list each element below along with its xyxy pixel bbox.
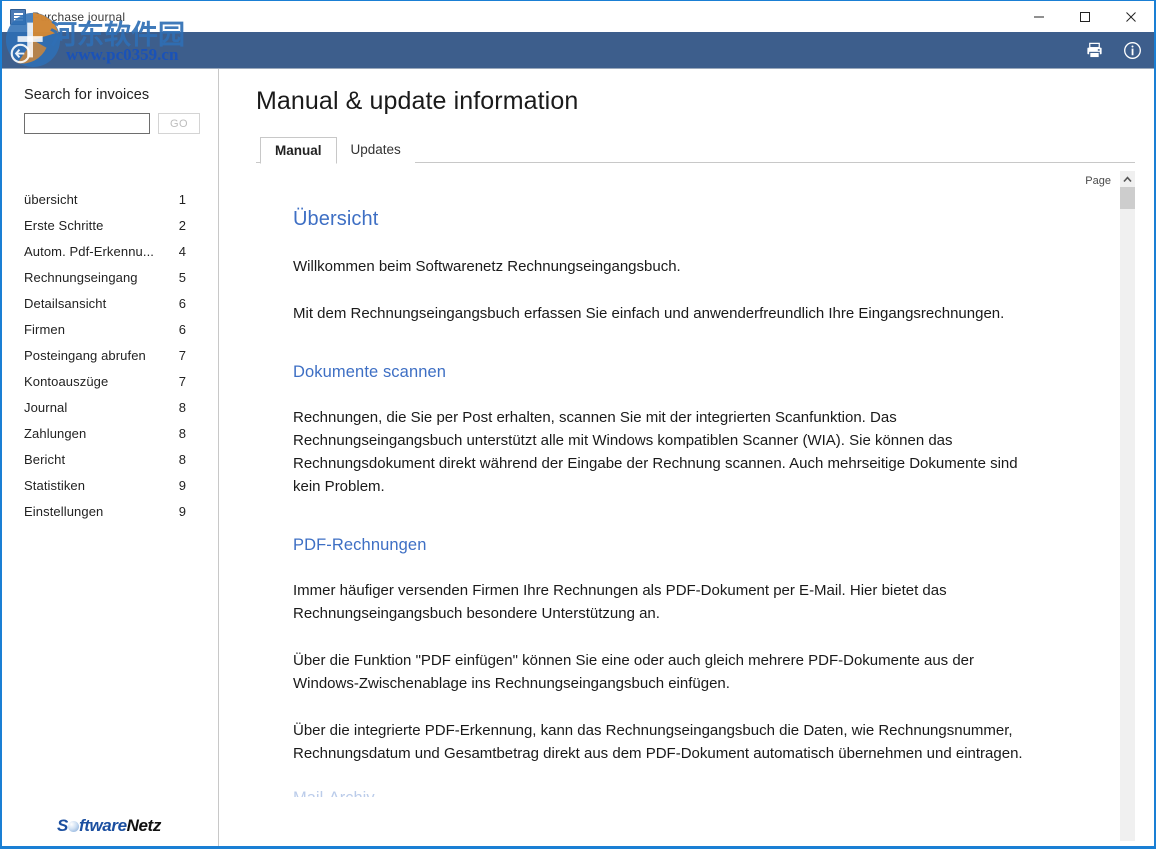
sidebar-item-firmen[interactable]: Firmen 6	[24, 322, 200, 348]
main-toolbar	[2, 32, 1154, 69]
body-split: Search for invoices GO übersicht 1 Erste…	[2, 69, 1154, 846]
toc-item-page: 6	[179, 322, 200, 337]
doc-paragraph: Rechnungen, die Sie per Post erhalten, s…	[293, 406, 1038, 498]
app-window-icon	[10, 9, 26, 25]
logo-part-s: S	[57, 816, 68, 835]
toc-item-page: 9	[179, 478, 200, 493]
toc-item-page: 4	[179, 244, 200, 259]
minimize-button[interactable]	[1016, 1, 1062, 32]
toc-item-page: 7	[179, 374, 200, 389]
toc-item-label: Journal	[24, 400, 67, 415]
toc-item-page: 8	[179, 400, 200, 415]
logo-part-ftware: ftware	[79, 816, 127, 835]
toc-item-label: Einstellungen	[24, 504, 103, 519]
tab-bar: Manual Updates	[256, 136, 1154, 163]
info-icon[interactable]	[1120, 38, 1144, 62]
toc-item-page: 7	[179, 348, 200, 363]
sidebar-item-bericht[interactable]: Bericht 8	[24, 452, 200, 478]
toc-item-label: Erste Schritte	[24, 218, 103, 233]
toc-item-label: Posteingang abrufen	[24, 348, 146, 363]
toc-item-label: übersicht	[24, 192, 78, 207]
document-scrollbar[interactable]	[1120, 171, 1135, 841]
doc-heading-partial: Mail-Archiv	[293, 789, 1038, 797]
title-bar-left: Purchase journal	[2, 1, 125, 32]
page-title: Manual & update information	[237, 69, 1154, 116]
toc-item-label: Firmen	[24, 322, 65, 337]
toc-item-label: Autom. Pdf-Erkennu...	[24, 244, 154, 259]
search-go-button[interactable]: GO	[158, 113, 200, 134]
toc-item-label: Kontoauszüge	[24, 374, 108, 389]
close-button[interactable]	[1108, 1, 1154, 32]
sidebar-item-statistiken[interactable]: Statistiken 9	[24, 478, 200, 504]
doc-heading-dokumente-scannen: Dokumente scannen	[293, 363, 1038, 382]
doc-paragraph: Über die Funktion "PDF einfügen" können …	[293, 649, 1038, 695]
doc-paragraph: Mit dem Rechnungseingangsbuch erfassen S…	[293, 302, 1038, 325]
sidebar-item-zahlungen[interactable]: Zahlungen 8	[24, 426, 200, 452]
title-bar: Purchase journal	[2, 1, 1154, 32]
doc-heading-uebersicht: Übersicht	[293, 208, 1038, 231]
search-input[interactable]	[24, 113, 150, 134]
logo-part-netz: Netz	[127, 816, 161, 835]
doc-heading-pdf-rechnungen: PDF-Rechnungen	[293, 536, 1038, 555]
sidebar-item-erste-schritte[interactable]: Erste Schritte 2	[24, 218, 200, 244]
doc-paragraph: Über die integrierte PDF-Erkennung, kann…	[293, 719, 1038, 765]
toc-item-label: Rechnungseingang	[24, 270, 138, 285]
toc-item-page: 2	[179, 218, 200, 233]
sidebar-item-rechnungseingang[interactable]: Rechnungseingang 5	[24, 270, 200, 296]
toc-item-page: 9	[179, 504, 200, 519]
scrollbar-up-arrow-icon[interactable]	[1120, 171, 1135, 187]
sidebar-item-autom-pdf-erkennung[interactable]: Autom. Pdf-Erkennu... 4	[24, 244, 200, 270]
doc-paragraph: Immer häufiger versenden Firmen Ihre Rec…	[293, 579, 1038, 625]
sidebar-item-posteingang-abrufen[interactable]: Posteingang abrufen 7	[24, 348, 200, 374]
sidebar-item-uebersicht[interactable]: übersicht 1	[24, 192, 200, 218]
table-of-contents: übersicht 1 Erste Schritte 2 Autom. Pdf-…	[2, 192, 218, 530]
maximize-button[interactable]	[1062, 1, 1108, 32]
tab-manual[interactable]: Manual	[260, 137, 337, 164]
content-panel: Manual & update information Manual Updat…	[219, 69, 1154, 846]
sidebar-item-detailsansicht[interactable]: Detailsansicht 6	[24, 296, 200, 322]
search-row: GO	[2, 113, 218, 134]
doc-paragraph: Willkommen beim Softwarenetz Rechnungsei…	[293, 255, 1038, 278]
toc-item-page: 8	[179, 426, 200, 441]
toc-item-label: Detailsansicht	[24, 296, 106, 311]
logo-circle-icon	[68, 821, 79, 832]
toc-item-label: Bericht	[24, 452, 65, 467]
sidebar-item-einstellungen[interactable]: Einstellungen 9	[24, 504, 200, 530]
toc-item-page: 6	[179, 296, 200, 311]
print-icon[interactable]	[1082, 38, 1106, 62]
toc-item-label: Statistiken	[24, 478, 85, 493]
document-viewer: Page Übersicht Willkommen beim Softwaren…	[256, 163, 1135, 841]
sidebar: Search for invoices GO übersicht 1 Erste…	[2, 69, 219, 846]
scrollbar-thumb[interactable]	[1120, 187, 1135, 209]
sidebar-item-journal[interactable]: Journal 8	[24, 400, 200, 426]
tab-updates[interactable]: Updates	[337, 136, 415, 163]
toc-item-page: 8	[179, 452, 200, 467]
window-title: Purchase journal	[32, 10, 125, 24]
sidebar-item-kontoauszuege[interactable]: Kontoauszüge 7	[24, 374, 200, 400]
toc-item-page: 1	[179, 192, 200, 207]
softwarenetz-logo: SftwareNetz	[57, 817, 161, 834]
page-indicator: Page	[1085, 175, 1111, 187]
toc-item-page: 5	[179, 270, 200, 285]
document-body: Übersicht Willkommen beim Softwarenetz R…	[256, 163, 1086, 797]
window-controls	[1016, 1, 1154, 32]
toc-item-label: Zahlungen	[24, 426, 86, 441]
application-window: Purchase journal	[0, 0, 1156, 849]
search-label: Search for invoices	[2, 87, 218, 103]
